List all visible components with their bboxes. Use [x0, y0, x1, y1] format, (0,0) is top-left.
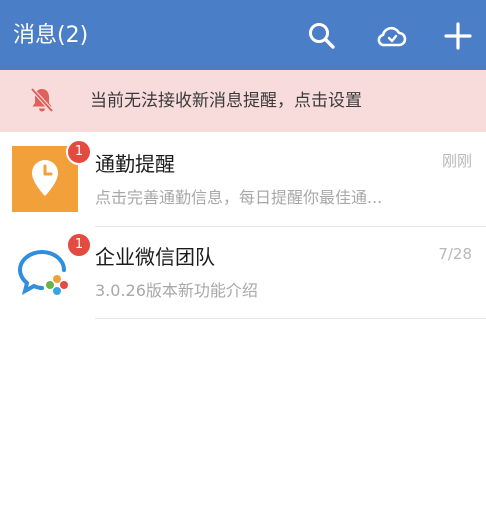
conversation-item[interactable]: 1 通勤提醒 刚刚 点击完善通勤信息，每日提醒你最佳通...	[0, 134, 486, 226]
add-icon[interactable]	[442, 20, 474, 52]
unread-badge: 1	[66, 232, 92, 258]
conversation-item[interactable]: 1 企业微信团队 7/28 3.0.26版本新功能介绍	[0, 227, 486, 319]
notification-disabled-banner[interactable]: 当前无法接收新消息提醒，点击设置	[0, 70, 486, 132]
unread-badge: 1	[66, 139, 92, 165]
top-app-bar: 消息(2)	[0, 0, 486, 70]
conversation-time: 刚刚	[441, 152, 472, 170]
search-icon[interactable]	[306, 20, 338, 52]
bell-muted-icon	[30, 87, 54, 113]
conversation-name: 通勤提醒	[95, 152, 175, 176]
page-title: 消息(2)	[13, 23, 89, 48]
cloud-sync-icon[interactable]	[376, 20, 408, 52]
conversation-time: 7/28	[438, 245, 472, 263]
divider	[95, 318, 486, 319]
conversation-preview: 3.0.26版本新功能介绍	[95, 281, 258, 300]
conversation-preview: 点击完善通勤信息，每日提醒你最佳通...	[95, 188, 383, 207]
conversation-name: 企业微信团队	[95, 245, 215, 269]
notice-text: 当前无法接收新消息提醒，点击设置	[90, 91, 362, 111]
